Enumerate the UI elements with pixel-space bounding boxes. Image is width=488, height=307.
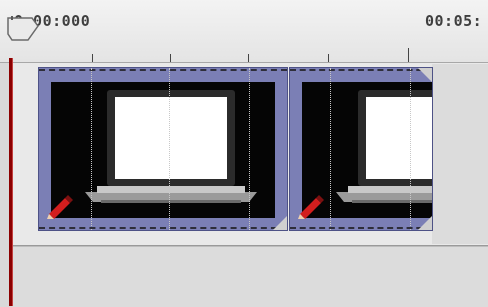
guide-line xyxy=(249,68,250,230)
ruler-tick xyxy=(328,54,329,62)
clip-corner xyxy=(418,216,432,230)
ruler-mid-time: 00:05: xyxy=(425,12,483,30)
timeline-clip[interactable] xyxy=(38,67,288,231)
audio-track[interactable] xyxy=(13,246,488,307)
clip-thumbnail xyxy=(51,82,275,218)
guide-line xyxy=(330,68,331,230)
guide-line xyxy=(169,68,170,230)
guide-line xyxy=(410,68,411,230)
laptop-icon xyxy=(85,90,257,203)
ruler-tick xyxy=(408,48,409,62)
timeline-clip[interactable] xyxy=(289,67,433,231)
laptop-icon xyxy=(336,90,432,203)
clip-corner-top xyxy=(418,68,432,82)
pen-icon xyxy=(298,195,324,219)
track-empty-area[interactable] xyxy=(432,64,488,244)
playhead-line-highlight xyxy=(12,58,13,306)
clip-corner xyxy=(273,216,287,230)
guide-line xyxy=(91,68,92,230)
time-ruler[interactable]: 0:00:000 00:05: xyxy=(0,0,488,63)
ruler-tick xyxy=(248,54,249,62)
ruler-tick xyxy=(92,54,93,62)
clip-border-bottom xyxy=(290,227,432,229)
clip-border-bottom xyxy=(39,227,287,229)
pen-icon xyxy=(47,195,73,219)
ruler-tick xyxy=(170,54,171,62)
playhead-handle[interactable] xyxy=(6,16,40,42)
